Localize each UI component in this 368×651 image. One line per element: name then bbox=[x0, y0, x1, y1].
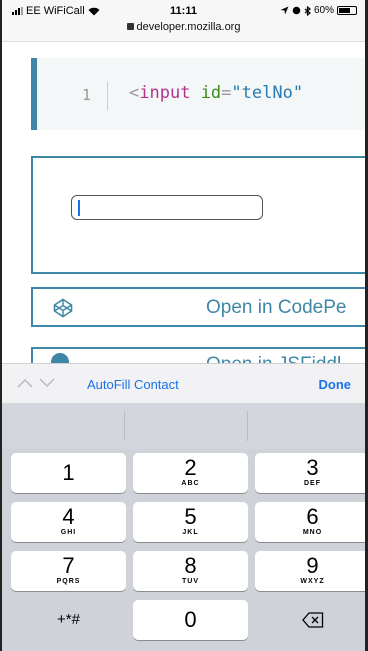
key-8[interactable]: 8 TUV bbox=[133, 551, 248, 591]
chevron-down-icon[interactable] bbox=[38, 377, 56, 389]
key-digit: 2 bbox=[184, 455, 197, 480]
key-digit: 1 bbox=[62, 460, 75, 485]
key-letters: WXYZ bbox=[300, 578, 325, 585]
key-digit: 4 bbox=[62, 504, 75, 529]
alarm-icon bbox=[292, 6, 301, 15]
codepen-icon bbox=[53, 298, 73, 318]
delete-icon bbox=[301, 612, 323, 628]
key-symbols[interactable]: +*# bbox=[11, 600, 126, 640]
key-6[interactable]: 6 MNO bbox=[255, 502, 365, 542]
key-delete[interactable] bbox=[255, 600, 365, 640]
address-bar[interactable]: developer.mozilla.org bbox=[2, 21, 365, 33]
key-5[interactable]: 5 JKL bbox=[133, 502, 248, 542]
code-attr-name: id bbox=[200, 83, 222, 103]
key-0[interactable]: 0 bbox=[133, 600, 248, 640]
numeric-keypad: 1 2 ABC 3 DEF 4 GHI 5 JKL 6 MNO 7 PQRS 8 bbox=[2, 403, 365, 651]
done-button[interactable]: Done bbox=[319, 377, 352, 392]
key-letters: TUV bbox=[182, 578, 199, 585]
url-text: developer.mozilla.org bbox=[136, 21, 241, 33]
key-letters: GHI bbox=[60, 529, 77, 536]
bluetooth-icon bbox=[304, 5, 311, 16]
line-number: 1 bbox=[82, 86, 92, 104]
gutter-divider bbox=[107, 82, 108, 110]
code-line: <input id="telNo" bbox=[129, 83, 303, 103]
phone-screen: EE WiFiCall 11:11 60% developer.mozilla.… bbox=[0, 0, 368, 651]
key-2[interactable]: 2 ABC bbox=[133, 453, 248, 493]
lock-icon bbox=[126, 23, 134, 30]
key-3[interactable]: 3 DEF bbox=[255, 453, 365, 493]
text-caret bbox=[78, 200, 80, 216]
code-tag-name: input bbox=[139, 83, 191, 103]
key-digit: 9 bbox=[306, 553, 319, 578]
key-digit: 7 bbox=[62, 553, 75, 578]
battery-icon bbox=[337, 6, 357, 15]
key-letters: PQRS bbox=[56, 578, 81, 585]
key-1[interactable]: 1 bbox=[11, 453, 126, 493]
status-bar: EE WiFiCall 11:11 60% developer.mozilla.… bbox=[2, 0, 365, 42]
key-letters: ABC bbox=[181, 480, 200, 487]
code-equals: = bbox=[221, 83, 232, 103]
key-digit: 8 bbox=[184, 553, 197, 578]
suggestion-divider bbox=[124, 411, 125, 441]
location-icon bbox=[280, 6, 289, 15]
form-nav-arrows bbox=[16, 377, 56, 389]
key-digit: 5 bbox=[184, 504, 197, 529]
key-9[interactable]: 9 WXYZ bbox=[255, 551, 365, 591]
code-example: 1 <input id="telNo" bbox=[31, 58, 365, 130]
key-letters: MNO bbox=[302, 529, 323, 536]
key-letters: DEF bbox=[304, 480, 321, 487]
open-in-codepen-button[interactable]: Open in CodePe bbox=[31, 287, 365, 327]
key-4[interactable]: 4 GHI bbox=[11, 502, 126, 542]
key-letters: JKL bbox=[182, 529, 199, 536]
status-right: 60% bbox=[280, 5, 357, 16]
chevron-up-icon[interactable] bbox=[16, 377, 34, 389]
key-7[interactable]: 7 PQRS bbox=[11, 551, 126, 591]
suggestion-divider bbox=[247, 411, 248, 441]
keyboard-accessory-bar: AutoFill Contact Done bbox=[2, 363, 365, 403]
code-attr-value: "telNo" bbox=[231, 83, 304, 103]
autofill-contact-button[interactable]: AutoFill Contact bbox=[87, 377, 179, 392]
key-digit: 0 bbox=[184, 607, 197, 632]
battery-percent: 60% bbox=[313, 5, 334, 16]
key-digit: 6 bbox=[306, 504, 319, 529]
suggestion-bar bbox=[2, 403, 365, 449]
key-digit: 3 bbox=[306, 455, 319, 480]
codepen-label: Open in CodePe bbox=[206, 297, 347, 318]
tel-input[interactable] bbox=[71, 195, 263, 220]
live-example bbox=[31, 156, 365, 274]
code-open-bracket: < bbox=[129, 83, 140, 103]
key-symbols-label: +*# bbox=[57, 611, 80, 628]
